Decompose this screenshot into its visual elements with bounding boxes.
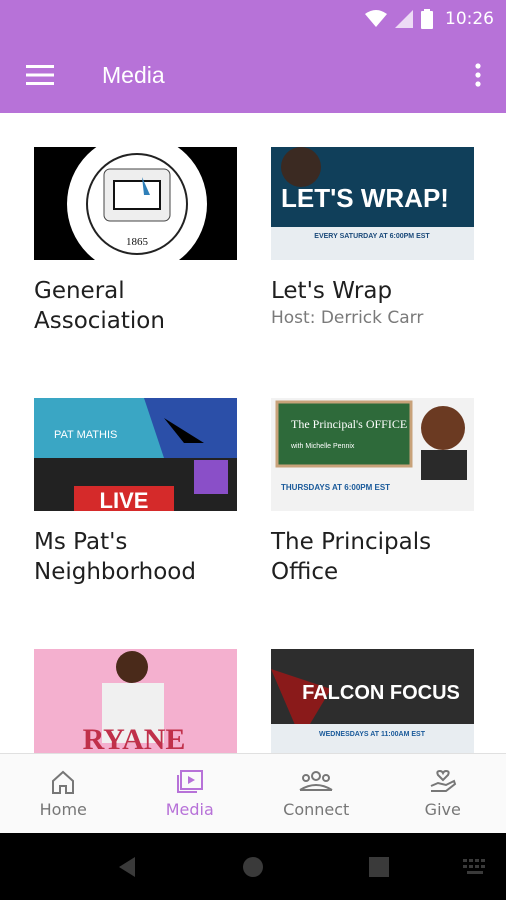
thumb-headline: RYANE [83,723,186,753]
media-card-ryane[interactable]: RYANE [34,649,237,753]
media-grid: 1865 General Association LET'S WRAP! EVE… [0,113,506,753]
recents-square-icon [369,856,389,877]
media-title: General Association [34,278,165,334]
home-icon [52,770,75,794]
back-triangle-icon [119,856,135,877]
home-circle-icon [243,856,263,877]
thumbnail-ryane: RYANE [34,649,237,753]
home-system-button[interactable] [190,856,316,878]
nav-label: Media [165,800,214,819]
app-bar: Media [0,37,506,113]
seal-year: 1865 [126,236,149,248]
nav-give[interactable]: Give [380,754,506,833]
media-title: Ms Pat's Neighborhood [34,529,196,585]
give-icon [430,769,456,792]
nav-home[interactable]: Home [0,754,127,833]
media-card-falcon-focus[interactable]: FALCON FOCUS WEDNESDAYS AT 11:00AM EST [271,649,474,753]
wifi-icon [365,9,387,27]
keyboard-button[interactable] [446,858,506,875]
thumb-schedule: THURSDAYS AT 6:00PM EST [281,483,390,492]
media-card-general-association[interactable]: 1865 General Association [34,147,237,336]
bottom-navigation: Home Media Connect Give [0,753,506,833]
more-vert-icon [475,63,481,87]
media-subtitle: Host: Derrick Carr [271,308,424,328]
thumbnail-principals-office: The Principal's OFFICE with Michelle Pen… [271,398,474,511]
recents-button[interactable] [316,856,442,877]
nav-label: Give [424,800,461,819]
nav-connect[interactable]: Connect [253,754,380,833]
thumbnail-ms-pats-neighborhood: PAT MATHIS LIVE [34,398,237,511]
battery-icon [421,8,433,29]
thumb-schedule: EVERY SATURDAY AT 6:00PM EST [314,233,430,240]
clock: 10:26 [445,8,494,29]
more-options-button[interactable] [450,37,506,113]
keyboard-icon [463,858,485,874]
thumbnail-general-association: 1865 [34,147,237,260]
thumb-live: LIVE [100,488,149,511]
system-navigation-bar [0,833,506,900]
thumb-host: PAT MATHIS [54,429,117,441]
menu-button[interactable] [0,37,80,113]
hamburger-icon [26,65,54,85]
media-card-principals-office[interactable]: The Principal's OFFICE with Michelle Pen… [271,398,474,587]
signal-icon [395,9,413,28]
connect-icon [299,771,333,791]
thumbnail-lets-wrap: LET'S WRAP! EVERY SATURDAY AT 6:00PM EST [271,147,474,260]
media-title: Let's Wrap [271,278,393,304]
status-bar: 10:26 [0,0,506,37]
thumbnail-falcon-focus: FALCON FOCUS WEDNESDAYS AT 11:00AM EST [271,649,474,753]
thumb-headline: FALCON FOCUS [302,682,460,704]
thumb-headline: The Principal's OFFICE [291,417,407,431]
page-title: Media [102,61,165,88]
media-icon [176,770,203,793]
thumb-byline: with Michelle Pennix [290,443,355,450]
nav-label: Connect [283,800,350,819]
nav-label: Home [39,800,87,819]
thumb-headline: LET'S WRAP! [281,183,449,213]
media-card-lets-wrap[interactable]: LET'S WRAP! EVERY SATURDAY AT 6:00PM EST… [271,147,474,328]
back-button[interactable] [64,856,190,878]
media-title: The Principals Office [271,529,432,585]
nav-media[interactable]: Media [127,754,254,833]
media-card-ms-pats-neighborhood[interactable]: PAT MATHIS LIVE Ms Pat's Neighborhood [34,398,237,587]
thumb-schedule: WEDNESDAYS AT 11:00AM EST [319,731,426,738]
